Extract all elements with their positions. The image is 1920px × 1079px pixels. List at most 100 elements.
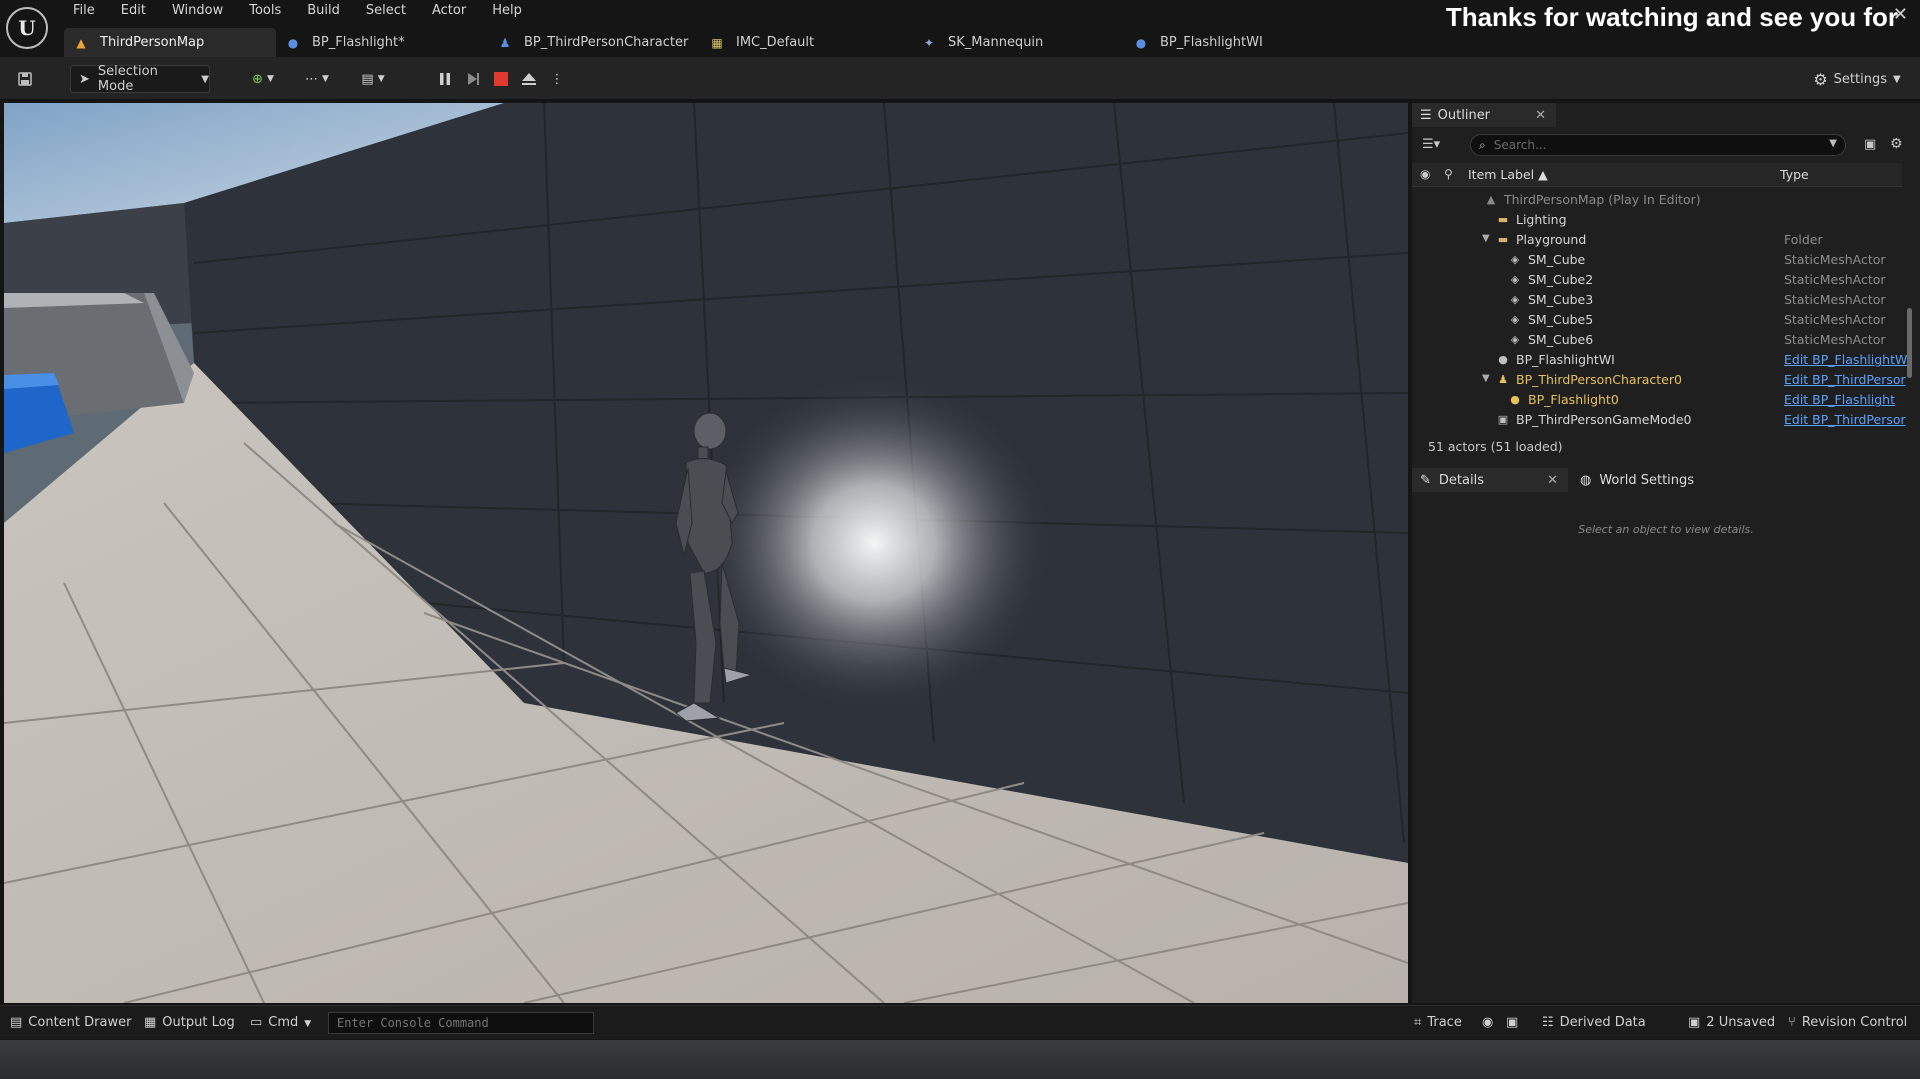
derived-data-label: Derived Data [1559,1015,1646,1030]
content-drawer-button[interactable]: ▤ Content Drawer [10,1015,131,1030]
chevron-down-icon: ▼ [1829,138,1837,149]
close-icon[interactable]: ✕ [1893,4,1908,25]
tab-world-settings[interactable]: ◍ World Settings [1572,468,1712,492]
pin-icon[interactable]: ⚲ [1444,167,1453,181]
blueprint-menu-button[interactable]: ⋯ ▼ [298,65,336,93]
output-log-label: Output Log [162,1015,235,1030]
menu-build[interactable]: Build [294,0,353,22]
menu-help[interactable]: Help [479,0,535,22]
cinematics-button[interactable]: ▤ ▼ [354,65,392,93]
edit-blueprint-link[interactable]: Edit BP_FlashlightWI [1784,352,1911,367]
tab-outliner[interactable]: ☰ Outliner ✕ [1412,103,1556,127]
menu-bar: File Edit Window Tools Build Select Acto… [60,0,535,22]
row-type: StaticMeshActor [1784,272,1886,287]
outliner-search-input[interactable]: ⌕ Search... ▼ [1470,134,1846,156]
close-icon[interactable]: ✕ [1547,473,1558,488]
outliner-row-lighting[interactable]: ▬ Lighting [1412,210,1902,230]
outliner-row-sm-cube3[interactable]: ◈ SM_Cube3 StaticMeshActor [1412,290,1902,310]
settings-dropdown[interactable]: ⚙ Settings ▼ [1812,65,1902,93]
outliner-row-bp-thirdpersoncharacter0[interactable]: ▼ ♟ BP_ThirdPersonCharacter0 Edit BP_Thi… [1412,370,1906,390]
close-icon[interactable]: ✕ [1535,108,1546,123]
game-mode-icon: ▣ [1497,413,1509,426]
menu-tools[interactable]: Tools [236,0,294,22]
blueprint-icon: ● [287,35,299,50]
document-tabs: ▲ ThirdPersonMap ● BP_Flashlight* ♟ BP_T… [64,28,1336,57]
step-frame-button[interactable] [462,65,484,93]
menu-actor[interactable]: Actor [419,0,479,22]
branch-icon: ⑂ [1788,1015,1796,1030]
column-type[interactable]: Type [1780,167,1809,182]
unreal-logo-icon[interactable]: U [6,7,48,49]
tab-imc-default[interactable]: ▦ IMC_Default [700,28,912,57]
chevron-down-icon: ▼ [1892,73,1901,85]
menu-select[interactable]: Select [353,0,419,22]
details-tab-label: Details [1438,472,1484,488]
selection-mode-dropdown[interactable]: ➤ Selection Mode ▼ [70,64,210,94]
derived-data-button[interactable]: ☷ Derived Data [1542,1015,1646,1030]
outliner-row-sm-cube5[interactable]: ◈ SM_Cube5 StaticMeshActor [1412,310,1902,330]
chevron-down-icon: ▼ [377,74,385,84]
menu-window[interactable]: Window [159,0,236,22]
outliner-row-sm-cube2[interactable]: ◈ SM_Cube2 StaticMeshActor [1412,270,1902,290]
outliner-row-map[interactable]: ▲ ThirdPersonMap (Play In Editor) [1412,190,1902,210]
cmd-dropdown[interactable]: ▭ Cmd ▼ [250,1015,311,1030]
outliner-row-bp-thirdpersongamemode0[interactable]: ▣ BP_ThirdPersonGameMode0 Edit BP_ThirdP… [1412,410,1906,430]
column-item-label[interactable]: Item Label ▲ [1468,167,1548,182]
row-label: SM_Cube3 [1528,292,1594,307]
outliner-row-sm-cube6[interactable]: ◈ SM_Cube6 StaticMeshActor [1412,330,1902,350]
right-side-panel: ☰ Outliner ✕ ☰▾ ⌕ Search... ▼ ▣ ⚙ ◉ ⚲ It… [1412,103,1920,1003]
level-icon: ▲ [1486,193,1496,206]
filter-icon[interactable]: ☰▾ [1422,137,1440,152]
outliner-row-bp-flashlightwi[interactable]: ● BP_FlashlightWI Edit BP_FlashlightWI [1412,350,1911,370]
pause-button[interactable] [434,65,456,93]
tab-sk-mannequin[interactable]: ✦ SK_Mannequin [912,28,1124,57]
camera-icon[interactable]: ▣ [1506,1015,1518,1030]
expand-arrow-icon[interactable]: ▼ [1482,233,1490,244]
edit-blueprint-link[interactable]: Edit BP_ThirdPersor [1784,372,1906,387]
row-type: StaticMeshActor [1784,312,1886,327]
outliner-row-bp-flashlight0[interactable]: ● BP_Flashlight0 Edit BP_Flashlight [1412,390,1902,410]
tab-label: SK_Mannequin [948,35,1044,50]
main-toolbar: ➤ Selection Mode ▼ ⊕ ▼ ⋯ ▼ ▤ ▼ ⋮ ⚙ Settings… [0,57,1920,100]
edit-blueprint-link[interactable]: Edit BP_ThirdPersor [1784,412,1906,427]
row-label: ThirdPersonMap (Play In Editor) [1504,192,1701,207]
menu-edit[interactable]: Edit [108,0,159,22]
gear-icon[interactable]: ⚙ [1890,136,1903,152]
menu-file[interactable]: File [60,0,108,22]
row-type: Folder [1784,232,1823,247]
outliner-row-sm-cube[interactable]: ◈ SM_Cube StaticMeshActor [1412,250,1902,270]
stop-icon [494,72,508,86]
console-command-input[interactable] [328,1012,594,1034]
outliner-tab-label: Outliner [1437,107,1491,123]
unsaved-button[interactable]: ▣ 2 Unsaved [1688,1015,1775,1030]
tab-thirdpersonmap[interactable]: ▲ ThirdPersonMap [64,28,276,57]
outliner-scrollbar[interactable] [1907,308,1912,378]
eject-button[interactable] [518,65,540,93]
more-options-icon[interactable]: ⋮ [551,65,564,93]
tab-details[interactable]: ✎ Details ✕ [1412,468,1568,492]
row-label: SM_Cube6 [1528,332,1594,347]
level-viewport[interactable] [4,103,1408,1003]
tab-label: IMC_Default [736,35,815,50]
revision-control-label: Revision Control [1801,1015,1908,1030]
save-icon[interactable] [14,65,36,93]
edit-blueprint-link[interactable]: Edit BP_Flashlight [1784,392,1895,407]
add-actor-button[interactable]: ⊕ ▼ [244,65,282,93]
outliner-row-playground[interactable]: ▼ ▬ Playground Folder [1412,230,1902,250]
output-log-button[interactable]: ▦ Output Log [144,1015,235,1030]
stop-button[interactable] [490,65,512,93]
record-icon[interactable]: ◉ [1482,1015,1493,1030]
search-placeholder: Search... [1493,138,1547,152]
new-folder-icon[interactable]: ▣ [1864,137,1876,152]
tab-bp-flashlight[interactable]: ● BP_Flashlight* [276,28,488,57]
tab-bp-thirdpersoncharacter[interactable]: ♟ BP_ThirdPersonCharacter [488,28,700,57]
save-icon: ▣ [1688,1015,1701,1030]
expand-arrow-icon[interactable]: ▼ [1482,373,1490,384]
static-mesh-icon: ◈ [1510,273,1520,286]
trace-button[interactable]: ⌗ Trace [1414,1015,1462,1030]
revision-control-button[interactable]: ⑂ Revision Control [1788,1015,1907,1030]
tab-bp-flashlightwi[interactable]: ● BP_FlashlightWI [1124,28,1336,57]
row-label: SM_Cube2 [1528,272,1594,287]
row-label: Lighting [1516,212,1567,227]
visibility-eye-icon[interactable]: ◉ [1420,167,1430,181]
